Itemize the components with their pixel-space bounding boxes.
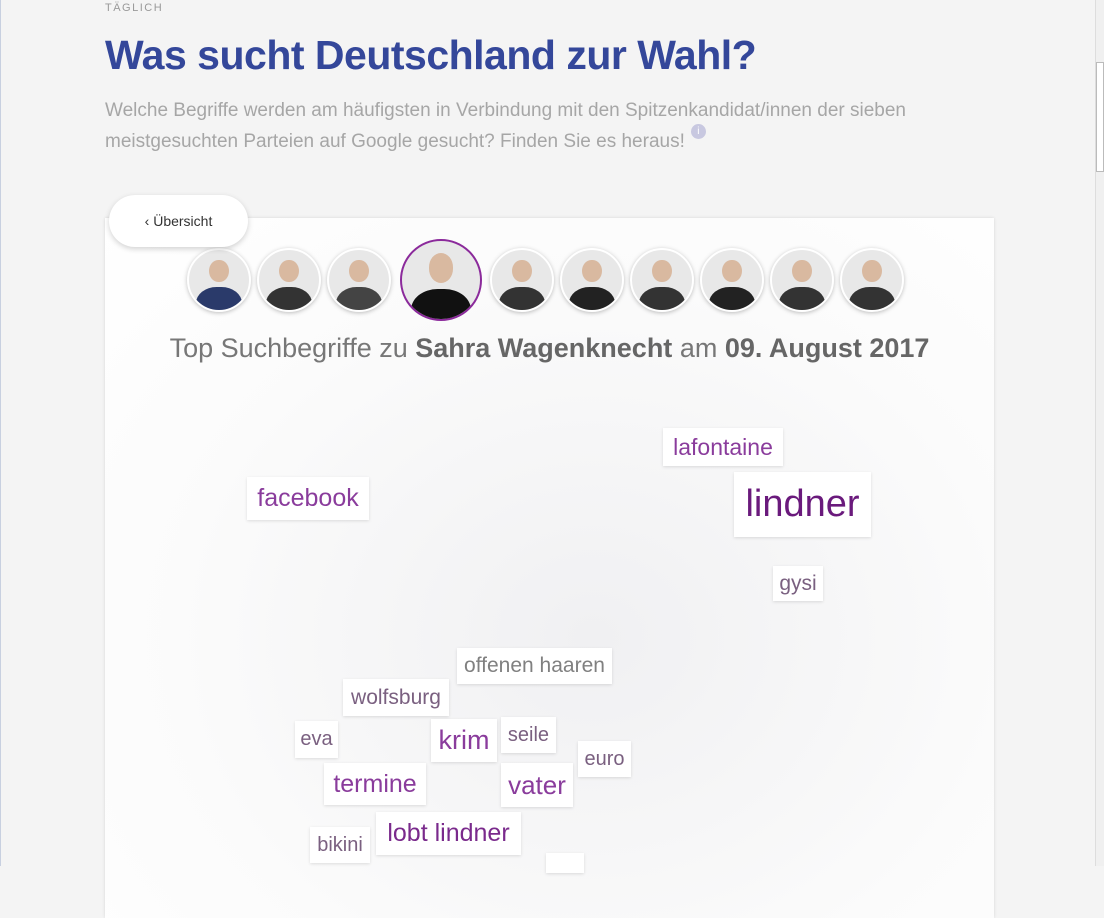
portrait-head (652, 259, 672, 283)
page-subtitle: Welche Begriffe werden am häufigsten in … (105, 95, 935, 157)
word-chip[interactable]: euro (578, 741, 631, 777)
word-chip[interactable]: lobt lindner (376, 812, 521, 855)
portrait-head (722, 259, 742, 283)
word-chip[interactable]: wolfsburg (343, 679, 449, 716)
candidate-avatar[interactable] (630, 248, 694, 312)
candidate-avatar[interactable] (770, 248, 834, 312)
portrait-body (499, 287, 545, 310)
portrait-body (336, 287, 382, 310)
section-kicker: TÄGLICH (105, 2, 164, 14)
candidate-avatar[interactable] (257, 248, 321, 312)
word-chip-partial[interactable] (546, 853, 584, 873)
scrollbar-thumb[interactable] (1096, 62, 1104, 172)
word-chip[interactable]: facebook (247, 477, 369, 520)
candidate-avatar[interactable] (560, 248, 624, 312)
portrait-body (639, 287, 685, 310)
overview-back-button[interactable]: ‹ Übersicht (109, 195, 248, 247)
subtitle-text: Welche Begriffe werden am häufigsten in … (105, 100, 906, 152)
word-chip[interactable]: offenen haaren (457, 648, 612, 684)
word-chip[interactable]: bikini (310, 827, 370, 863)
portrait-head (792, 259, 812, 283)
candidate-name: Sahra Wagenknecht (415, 333, 673, 363)
result-date: 09. August 2017 (724, 333, 930, 363)
candidate-avatar[interactable] (840, 248, 904, 312)
portrait-body (849, 287, 895, 310)
portrait-head (428, 253, 454, 284)
word-chip[interactable]: seile (501, 717, 556, 753)
word-chip[interactable]: lindner (734, 472, 871, 537)
search-terms-card (105, 218, 994, 918)
portrait-head (209, 259, 229, 283)
heading-prefix: Top Suchbegriffe zu (169, 333, 416, 363)
portrait-body (779, 287, 825, 310)
portrait-head (582, 259, 602, 283)
portrait-body (196, 287, 242, 310)
word-chip[interactable]: vater (501, 763, 573, 807)
candidate-avatar[interactable] (187, 248, 251, 312)
page-title: Was sucht Deutschland zur Wahl? (105, 32, 757, 78)
portrait-body (266, 287, 312, 310)
info-icon[interactable]: i (690, 124, 706, 139)
word-chip[interactable]: lafontaine (663, 428, 783, 466)
word-chip[interactable]: gysi (773, 566, 823, 601)
heading-mid: am (672, 333, 725, 363)
word-chip[interactable]: krim (431, 719, 497, 762)
portrait-body (709, 287, 755, 310)
portrait-head (862, 259, 882, 283)
portrait-head (349, 259, 369, 283)
portrait-body (569, 287, 615, 310)
portrait-head (279, 259, 299, 283)
candidate-avatar[interactable] (700, 248, 764, 312)
result-heading: Top Suchbegriffe zu Sahra Wagenknecht am… (105, 333, 994, 364)
word-chip[interactable]: eva (295, 721, 338, 758)
candidate-avatar[interactable] (400, 239, 482, 321)
candidate-avatar[interactable] (327, 248, 391, 312)
candidate-avatar[interactable] (490, 248, 554, 312)
portrait-head (512, 259, 532, 283)
scrollbar[interactable] (1095, 0, 1104, 866)
portrait-body (411, 289, 471, 319)
word-chip[interactable]: termine (324, 763, 426, 805)
